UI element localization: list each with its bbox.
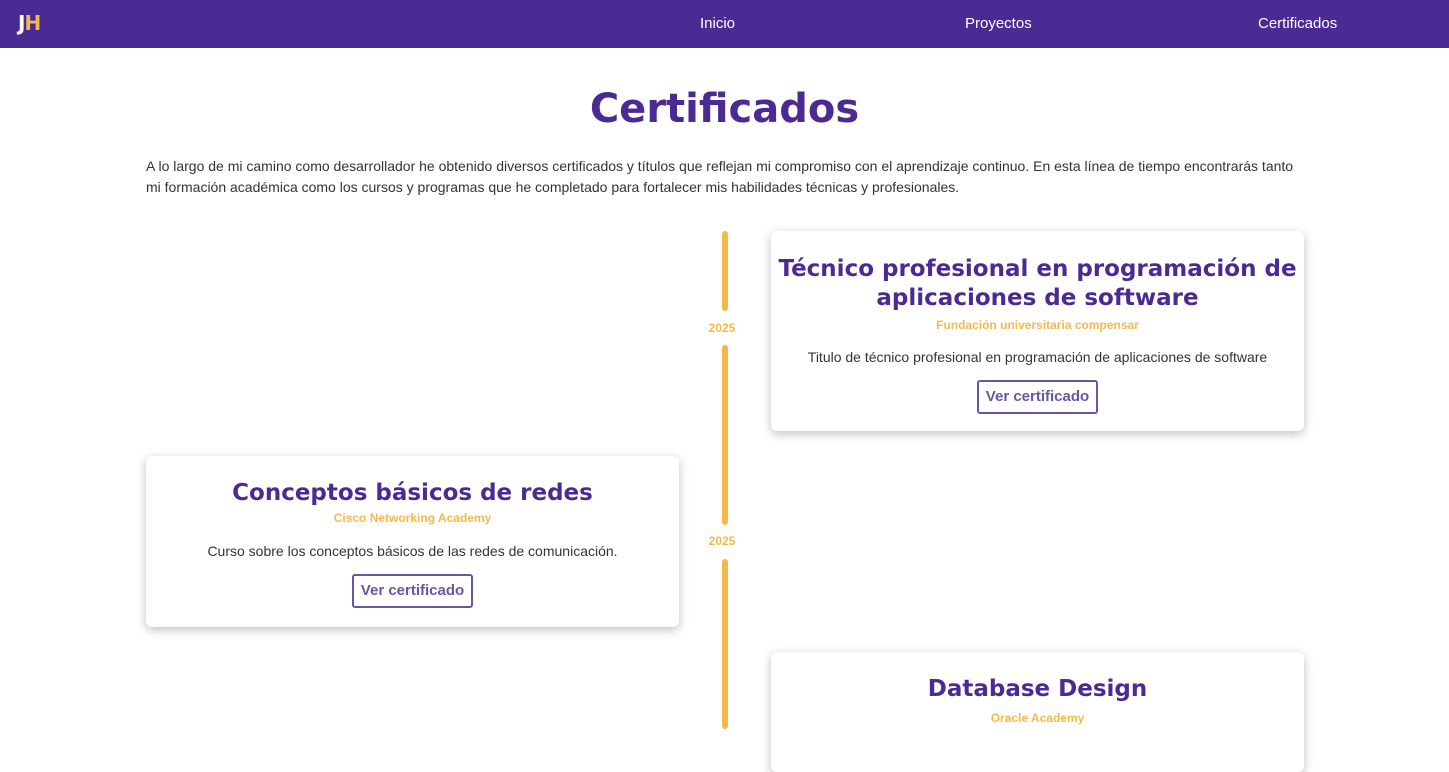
nav-link-proyectos[interactable]: Proyectos	[965, 14, 1032, 34]
nav-link-certificados[interactable]: Certificados	[1258, 14, 1337, 34]
logo-letter-h: H	[24, 11, 41, 35]
certificate-description: Titulo de técnico profesional en program…	[807, 349, 1268, 365]
page-title: Certificados	[589, 86, 860, 132]
certificate-title: Database Design	[927, 676, 1148, 702]
timeline-line-segment	[722, 345, 728, 525]
certificate-card: Conceptos básicos de redes Cisco Network…	[146, 456, 679, 627]
timeline-year: 2025	[708, 534, 736, 548]
certificate-card: Database Design Oracle Academy	[771, 652, 1304, 772]
timeline-line-segment	[722, 231, 728, 311]
certificate-card: Técnico profesional en programación de a…	[771, 231, 1304, 431]
navbar: JH Inicio Proyectos Certificados	[0, 0, 1449, 48]
view-certificate-button[interactable]: Ver certificado	[976, 380, 1099, 414]
certificate-organization: Oracle Academy	[990, 711, 1085, 725]
certificate-title: Técnico profesional en programación de a…	[778, 256, 1297, 311]
view-certificate-button[interactable]: Ver certificado	[351, 574, 474, 608]
certificate-description: Curso sobre los conceptos básicos de las…	[207, 543, 618, 559]
logo[interactable]: JH	[18, 10, 41, 36]
certificate-organization: Fundación universitaria compensar	[936, 318, 1139, 332]
timeline-year: 2025	[708, 321, 736, 335]
nav-link-inicio[interactable]: Inicio	[700, 14, 735, 34]
intro-paragraph: A lo largo de mi camino como desarrollad…	[146, 158, 1294, 195]
certificate-title: Conceptos básicos de redes	[232, 480, 593, 506]
timeline-line-segment	[722, 559, 728, 729]
certificate-organization: Cisco Networking Academy	[333, 511, 492, 525]
